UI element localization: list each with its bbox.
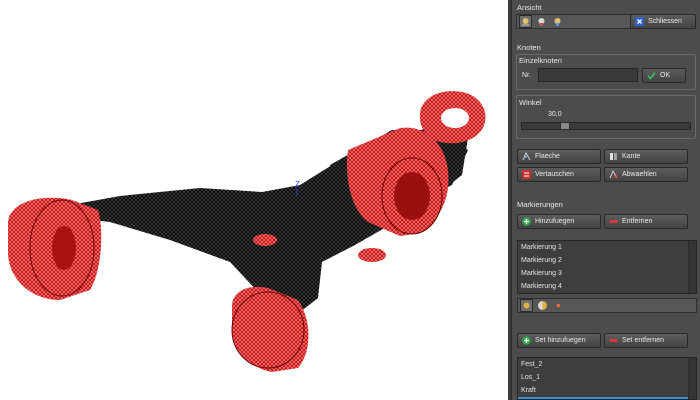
- remove-marking-button[interactable]: Entfernen: [604, 214, 688, 229]
- winkel-value: 30,0: [548, 111, 562, 118]
- list-item[interactable]: Markierung 4: [518, 280, 696, 293]
- markings-scrollbar[interactable]: [688, 241, 696, 293]
- marker-patch: [253, 234, 277, 246]
- model-viewport[interactable]: Z: [0, 0, 508, 400]
- list-item[interactable]: Markierung 2: [518, 254, 696, 267]
- view-toolbar: [516, 14, 632, 29]
- view-mode-1-icon[interactable]: [519, 15, 532, 28]
- list-item[interactable]: Los_1: [518, 371, 696, 384]
- mesh-model[interactable]: [8, 91, 486, 372]
- surface-select-icon: [522, 151, 531, 161]
- edge-select-icon: [609, 152, 618, 161]
- nr-label: Nr.: [522, 72, 531, 79]
- kante-button[interactable]: Kante: [604, 149, 688, 164]
- marking-style-1-icon[interactable]: [520, 299, 533, 312]
- vertauschen-button[interactable]: Vertauschen: [517, 167, 601, 182]
- mount-tab: [358, 248, 386, 262]
- winkel-group: [516, 95, 696, 139]
- add-marking-button[interactable]: Hinzufuegen: [517, 214, 601, 229]
- minus-icon: [609, 336, 618, 345]
- list-item[interactable]: Kraft: [518, 384, 696, 397]
- list-item[interactable]: Markierung 1: [518, 241, 696, 254]
- list-item[interactable]: Fest_2: [518, 358, 696, 371]
- sets-scrollbar[interactable]: [688, 358, 696, 399]
- plus-icon: [522, 217, 531, 226]
- deselect-icon: [609, 169, 618, 179]
- list-item[interactable]: Markierung 3: [518, 267, 696, 280]
- marking-style-3-icon[interactable]: [552, 299, 565, 312]
- close-button[interactable]: Schliessen: [630, 14, 696, 29]
- markierungen-title: Markierungen: [517, 200, 563, 209]
- ok-button[interactable]: OK: [642, 68, 686, 83]
- markings-list[interactable]: Markierung 1 Markierung 2 Markierung 3 M…: [517, 240, 697, 294]
- node-number-input[interactable]: [538, 68, 638, 82]
- control-panel: Ansicht Schliessen Knoten Einzelknoten N…: [511, 0, 700, 400]
- left-bushing-bore: [52, 226, 76, 270]
- plus-icon: [522, 336, 531, 345]
- axis-label-z: Z: [295, 180, 300, 189]
- hub-sleeve-bore: [394, 172, 430, 220]
- view-mode-3-icon[interactable]: [551, 15, 564, 28]
- sets-list[interactable]: Fest_2 Los_1 Kraft: [517, 357, 697, 400]
- lower-bushing-end: [231, 291, 305, 369]
- checkmark-icon: [647, 71, 656, 80]
- einzelknoten-title: Einzelknoten: [519, 56, 562, 65]
- upper-lug-hole: [441, 108, 469, 128]
- ansicht-title: Ansicht: [517, 3, 542, 12]
- flaeche-button[interactable]: Flaeche: [517, 149, 601, 164]
- add-set-button[interactable]: Set hinzufuegen: [517, 333, 601, 348]
- marking-style-2-icon[interactable]: [536, 299, 549, 312]
- close-icon: [635, 17, 644, 26]
- winkel-title: Winkel: [519, 98, 542, 107]
- minus-icon: [609, 217, 618, 226]
- knoten-title: Knoten: [517, 43, 541, 52]
- swap-icon: [522, 170, 531, 179]
- remove-set-button[interactable]: Set entfernen: [604, 333, 688, 348]
- view-mode-2-icon[interactable]: [535, 15, 548, 28]
- marking-toolbar: [517, 298, 697, 313]
- winkel-slider-thumb[interactable]: [560, 122, 570, 130]
- abwaehlen-button[interactable]: Abwaehlen: [604, 167, 688, 182]
- winkel-slider-track[interactable]: [521, 122, 691, 130]
